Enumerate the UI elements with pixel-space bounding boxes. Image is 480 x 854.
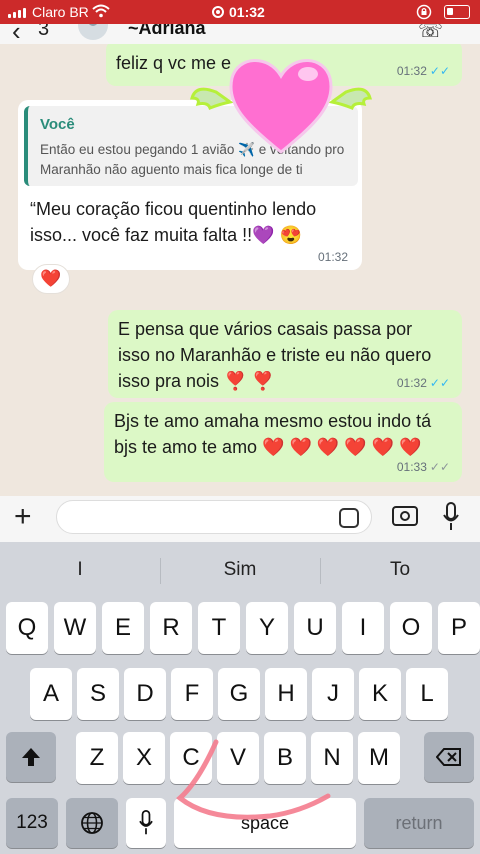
key-q[interactable]: Q: [6, 602, 48, 654]
message-text: “Meu coração ficou quentinho lendo isso.…: [30, 199, 317, 245]
message-meta: 01:33 ✓✓: [397, 460, 450, 474]
message-time: 01:32: [396, 376, 427, 390]
orientation-lock-icon: [416, 4, 432, 23]
quote-author: Você: [40, 116, 75, 133]
keyboard: I Sim To QWERTYUIOPASDFGHJKLZXCVBNM 123 …: [0, 542, 480, 854]
wifi-icon: [92, 4, 110, 21]
message-reaction[interactable]: ❤️: [32, 264, 70, 294]
message-input[interactable]: [56, 500, 372, 534]
message-bubble-outgoing[interactable]: E pensa que vários casais passa por isso…: [108, 310, 462, 398]
unread-count[interactable]: 3: [38, 24, 49, 41]
delivered-receipt-icon: ✓✓: [429, 460, 450, 474]
key-m[interactable]: M: [358, 732, 400, 784]
key-t[interactable]: T: [198, 602, 240, 654]
suggestion-bar: I Sim To: [0, 542, 480, 598]
status-bar: Claro BR 01:32: [0, 0, 480, 24]
key-a[interactable]: A: [30, 668, 72, 720]
message-time: 01:32: [396, 64, 427, 78]
key-h[interactable]: H: [265, 668, 307, 720]
return-key[interactable]: return: [364, 798, 474, 848]
key-s[interactable]: S: [77, 668, 119, 720]
key-k[interactable]: K: [359, 668, 401, 720]
plus-icon[interactable]: +: [14, 500, 32, 534]
key-i[interactable]: I: [342, 602, 384, 654]
globe-key[interactable]: [66, 798, 118, 848]
suggestion-2[interactable]: Sim: [160, 542, 320, 598]
numbers-key[interactable]: 123: [6, 798, 58, 848]
sticker-icon[interactable]: [339, 508, 359, 528]
key-o[interactable]: O: [390, 602, 432, 654]
message-meta: 01:32 ✓✓: [397, 64, 450, 78]
read-receipt-icon: ✓✓: [429, 64, 450, 78]
pink-scribble-annotation: [176, 739, 331, 820]
message-time: 01:33: [396, 460, 427, 474]
carrier-name: Claro BR: [32, 4, 89, 20]
key-z[interactable]: Z: [76, 732, 118, 784]
composer-bar: +: [0, 496, 480, 542]
battery-icon: [444, 5, 470, 19]
camera-icon[interactable]: [392, 506, 418, 526]
backspace-icon: [435, 748, 461, 766]
key-e[interactable]: E: [102, 602, 144, 654]
suggestion-3[interactable]: To: [320, 542, 480, 598]
suggestion-1[interactable]: I: [0, 542, 160, 598]
key-r[interactable]: R: [150, 602, 192, 654]
key-d[interactable]: D: [124, 668, 166, 720]
chevron-left-icon[interactable]: ‹: [12, 24, 21, 44]
key-j[interactable]: J: [312, 668, 354, 720]
phone-icon[interactable]: ☏: [418, 24, 443, 43]
chat-header: ‹ 3 ~Adriana ☏: [0, 24, 480, 44]
microphone-icon[interactable]: [442, 502, 460, 532]
shift-key[interactable]: [6, 732, 56, 782]
read-receipt-icon: ✓✓: [429, 376, 450, 390]
globe-icon: [81, 812, 103, 834]
key-f[interactable]: F: [171, 668, 213, 720]
winged-heart-sticker: [190, 59, 372, 154]
signal-strength-icon: [8, 8, 26, 18]
message-text: Bjs te amo amaha mesmo estou indo tá bjs…: [114, 411, 432, 457]
backspace-key[interactable]: [424, 732, 474, 782]
key-u[interactable]: U: [294, 602, 336, 654]
message-time: 01:32: [317, 250, 348, 264]
screen-recording-icon: [212, 6, 224, 18]
key-g[interactable]: G: [218, 668, 260, 720]
message-bubble-outgoing[interactable]: Bjs te amo amaha mesmo estou indo tá bjs…: [104, 402, 462, 482]
contact-name[interactable]: ~Adriana: [128, 24, 206, 39]
key-p[interactable]: P: [438, 602, 480, 654]
message-meta: 01:32: [318, 250, 348, 264]
chat-messages[interactable]: feliz q vc me e 01:32 ✓✓ Você Então eu es…: [0, 44, 480, 496]
key-y[interactable]: Y: [246, 602, 288, 654]
avatar[interactable]: [78, 24, 108, 40]
key-w[interactable]: W: [54, 602, 96, 654]
status-time: 01:32: [229, 4, 265, 20]
key-l[interactable]: L: [406, 668, 448, 720]
message-meta: 01:32 ✓✓: [397, 376, 450, 390]
